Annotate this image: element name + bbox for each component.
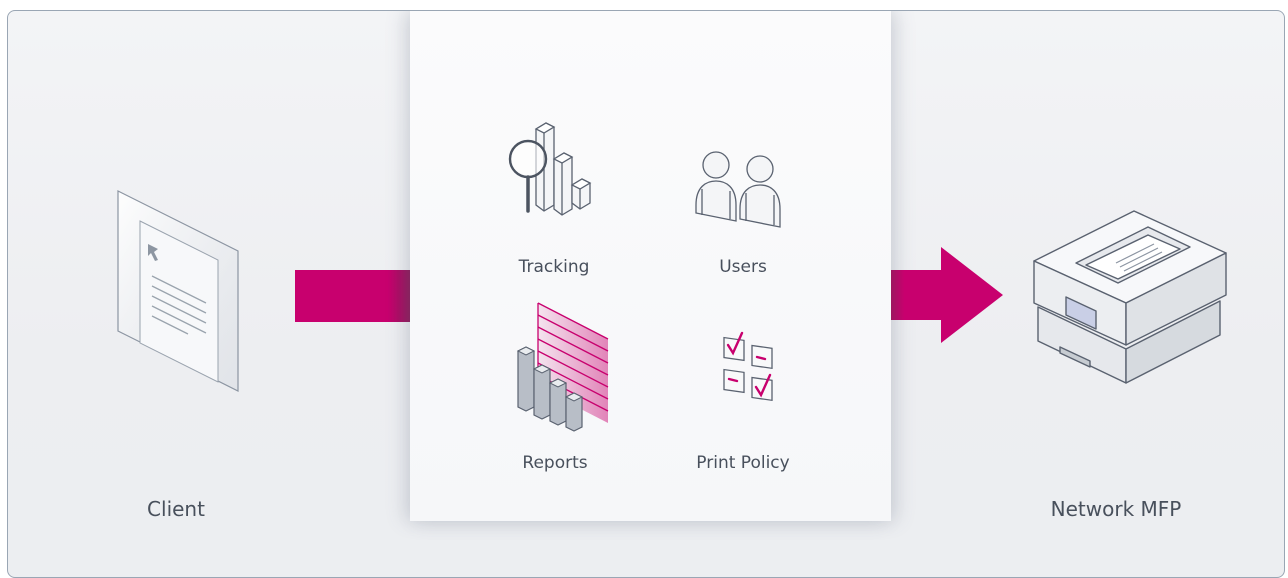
network-mfp-label: Network MFP <box>1050 497 1182 521</box>
client-document-icon <box>117 190 239 392</box>
users-icon <box>695 151 781 228</box>
print-policy-label: Print Policy <box>696 453 790 473</box>
tracking-label: Tracking <box>518 257 590 277</box>
users-label: Users <box>719 257 767 277</box>
output-arrow <box>891 247 1003 343</box>
reports-label: Reports <box>522 453 588 473</box>
print-policy-checklist-icon <box>723 331 773 402</box>
tracking-magnifier-chart-icon <box>508 122 592 216</box>
reports-chart-icon <box>516 302 609 432</box>
printer-icon <box>1033 210 1227 384</box>
client-connector-bar <box>295 270 411 322</box>
print-management-panel <box>410 11 891 521</box>
diagram-frame: Client Tracking Users Reports Print Poli… <box>7 10 1285 578</box>
client-label: Client <box>147 497 205 521</box>
